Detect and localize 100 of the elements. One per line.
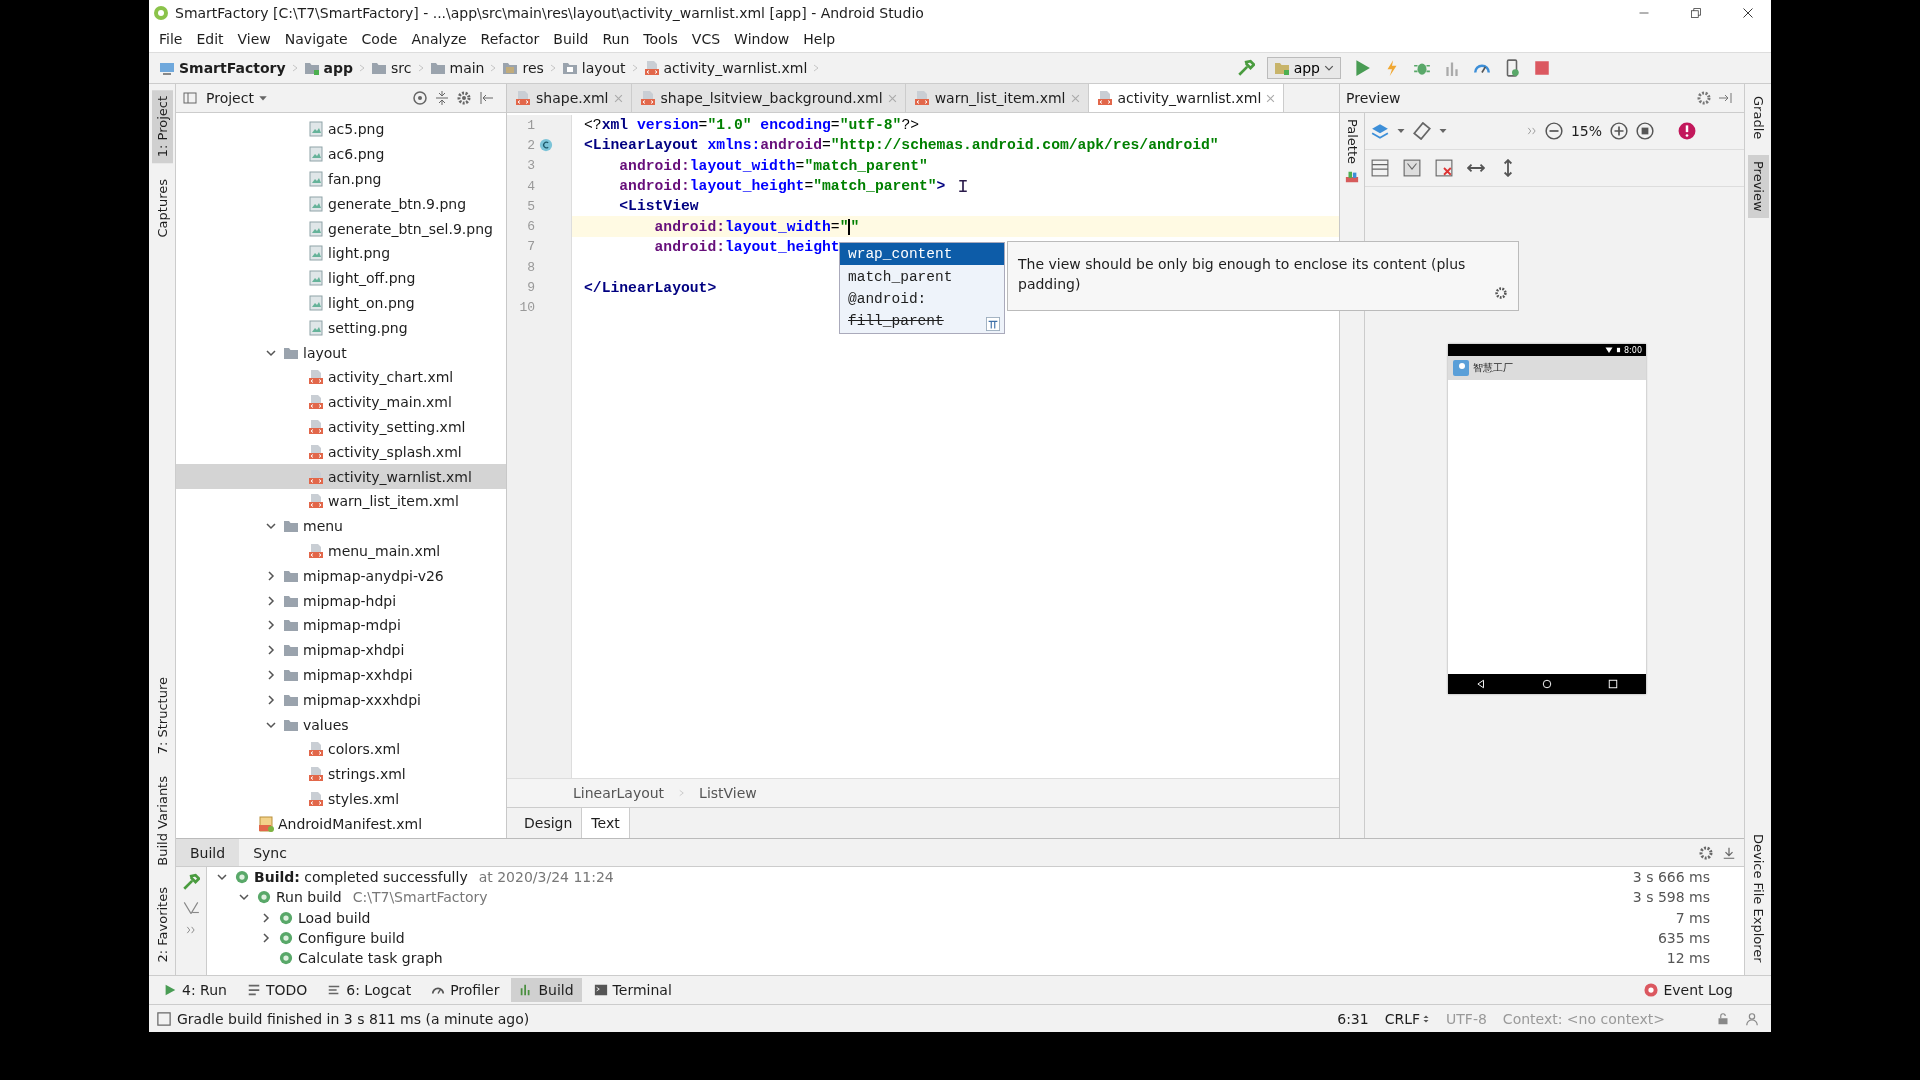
tree-row[interactable]: ac6.png [176,141,506,167]
menu-item[interactable]: View [231,29,277,49]
tree-row[interactable]: light.png [176,241,506,266]
tool-window-tab[interactable]: 1: Project [151,90,173,164]
selected-tree-row[interactable]: activity_warnlist.xml [176,464,506,489]
run-icon[interactable] [1353,59,1371,77]
breadcrumb[interactable]: LinearLayout [567,784,671,802]
editor-tab[interactable]: shape_lsitview_background.xml [631,84,906,112]
panel-tab[interactable]: Build [176,839,240,866]
completion-item[interactable]: wrap_content [840,243,1004,266]
tree-row[interactable]: menu_main.xml [176,538,506,564]
close-icon[interactable] [1742,7,1754,19]
breadcrumb[interactable]: app [301,60,356,76]
editor-tab[interactable]: shape.xml [507,84,632,112]
editor-mode-tab[interactable]: Text [581,808,630,838]
breadcrumb[interactable]: SmartFactory [157,60,288,76]
tool-window-button[interactable]: Terminal [585,978,680,1002]
chevron-right-icon[interactable] [260,912,271,923]
collapse-icon[interactable] [434,90,450,106]
tree-row[interactable]: activity_chart.xml [176,364,506,390]
constraint-icon[interactable] [1403,159,1421,177]
menu-item[interactable]: Build [547,29,595,49]
tree-row[interactable]: styles.xml [176,786,506,812]
breadcrumb[interactable]: activity_warnlist.xml [641,60,810,76]
menu-item[interactable]: Code [355,29,404,49]
tree-row[interactable]: mipmap-mdpi [176,612,506,638]
tree-row[interactable]: mipmap-xhdpi [176,637,506,663]
menu-item[interactable]: Edit [190,29,230,49]
palette-tab[interactable]: Palette [1341,113,1363,171]
settings-icon[interactable] [1698,844,1714,861]
restore-icon[interactable] [1690,7,1702,19]
settings-icon[interactable] [456,90,472,106]
tree-row[interactable]: strings.xml [176,761,506,787]
menu-item[interactable]: Analyze [405,29,473,49]
panel-tab[interactable]: Sync [239,839,301,866]
run-config-dropdown[interactable]: app [1266,57,1341,79]
rotate-icon[interactable] [1413,122,1431,140]
chevron-right-icon[interactable] [265,570,276,581]
tree-row[interactable]: setting.png [176,315,506,341]
tree-row[interactable]: light_off.png [176,265,506,291]
tool-window-button[interactable]: Build [511,978,582,1002]
tree-row[interactable]: menu [176,513,506,539]
cursor-position[interactable]: 6:31 [1337,1010,1369,1027]
editor-mode-tab[interactable]: Design [515,808,582,838]
tool-window-button[interactable]: TODO [238,978,316,1002]
editor-tab[interactable]: warn_list_item.xml [905,84,1089,112]
view-dropdown[interactable]: Project [204,90,270,106]
chevron-down-icon[interactable] [265,347,276,358]
tool-window-tab[interactable]: 7: Structure [151,670,173,760]
zoom-fit-icon[interactable] [1636,122,1654,140]
breadcrumb[interactable]: res [500,60,546,76]
clear-constraints-icon[interactable] [1435,159,1453,177]
target-icon[interactable] [412,90,428,106]
tool-window-tab[interactable]: Build Variants [151,769,173,872]
tool-window-tab[interactable]: Gradle [1747,90,1769,146]
chevron-right-icon[interactable] [265,694,276,705]
error-icon[interactable] [1678,122,1696,140]
breadcrumb[interactable]: ListView [693,784,763,802]
list-layout-icon[interactable] [1371,159,1389,177]
breadcrumb[interactable]: src [369,60,414,76]
completion-item[interactable]: fill_parent [840,310,1004,333]
chevron-down-icon[interactable] [216,872,227,883]
completion-item[interactable]: match_parent [840,265,1004,288]
tree-row[interactable]: mipmap-xxxhdpi [176,687,506,713]
event-log-button[interactable]: Event Log [1636,978,1741,1002]
tool-window-tab[interactable]: Device File Explorer [1747,828,1769,969]
tree-row[interactable]: warn_list_item.xml [176,488,506,514]
layers-icon[interactable] [1371,122,1389,140]
breadcrumb[interactable]: main [427,60,487,76]
zoom-in-icon[interactable] [1610,122,1628,140]
chevron-down-icon[interactable] [238,892,249,903]
tool-window-button[interactable]: 4: Run [155,978,235,1002]
settings-icon[interactable] [1494,286,1508,300]
inspector-icon[interactable] [1745,1011,1759,1026]
tree-row[interactable]: activity_main.xml [176,389,506,415]
tree-row[interactable]: layout [176,340,506,365]
tree-row[interactable]: ac5.png [176,117,506,142]
menu-item[interactable]: Run [596,29,636,49]
hide-icon[interactable] [478,90,494,106]
minimize-panel-icon[interactable] [1722,845,1736,860]
tree-row[interactable]: generate_btn.9.png [176,191,506,217]
tool-window-button[interactable]: 6: Logcat [319,978,420,1002]
tree-row[interactable]: values [176,712,506,737]
settings-icon[interactable] [1696,90,1712,106]
menu-item[interactable]: Refactor [474,29,546,49]
tool-window-tab[interactable]: 2: Favorites [151,881,173,969]
zoom-out-icon[interactable] [1544,122,1563,140]
tool-window-button[interactable]: Profiler [423,978,508,1002]
lock-icon[interactable] [1717,1012,1729,1025]
menu-item[interactable]: Window [728,29,796,49]
chevron-right-icon[interactable] [265,620,276,631]
tree-row[interactable]: activity_setting.xml [176,414,506,440]
completion-item[interactable]: @android: [840,287,1004,311]
chevron-down-icon[interactable] [265,521,276,532]
tree-row[interactable]: AndroidManifest.xml [176,811,506,837]
stop-icon[interactable] [1533,59,1551,77]
hammer-icon[interactable] [1236,59,1255,77]
chevron-right-icon[interactable] [265,669,276,680]
chevron-right-icon[interactable] [260,933,271,944]
breadcrumb[interactable]: layout [559,60,628,76]
